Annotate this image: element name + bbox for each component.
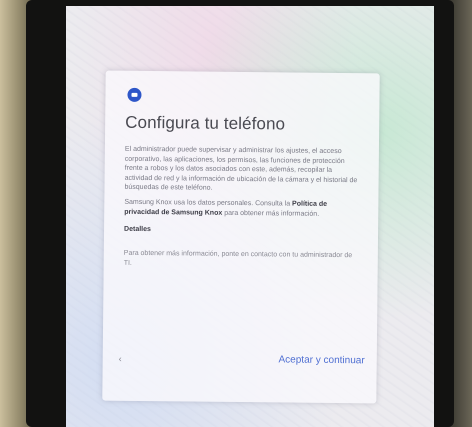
knox-privacy-text-end: para obtener más información.: [222, 209, 320, 218]
knox-privacy-text-start: Samsung Knox usa los datos personales. C…: [124, 198, 293, 208]
details-link[interactable]: Detalles: [124, 226, 151, 233]
knox-privacy-text: Samsung Knox usa los datos personales. C…: [124, 198, 360, 219]
admin-description: El administrador puede supervisar y admi…: [124, 145, 358, 192]
setup-dialog: Configura tu teléfono El administrador p…: [102, 70, 380, 404]
contact-admin-text: Para obtener más información, ponte en c…: [123, 249, 353, 267]
page-title: Configura tu teléfono: [125, 112, 286, 134]
back-button[interactable]: ‹: [119, 354, 122, 364]
briefcase-icon: [127, 87, 142, 102]
accept-continue-button[interactable]: Aceptar y continuar: [278, 354, 364, 366]
phone-screen: Configura tu teléfono El administrador p…: [66, 6, 434, 427]
